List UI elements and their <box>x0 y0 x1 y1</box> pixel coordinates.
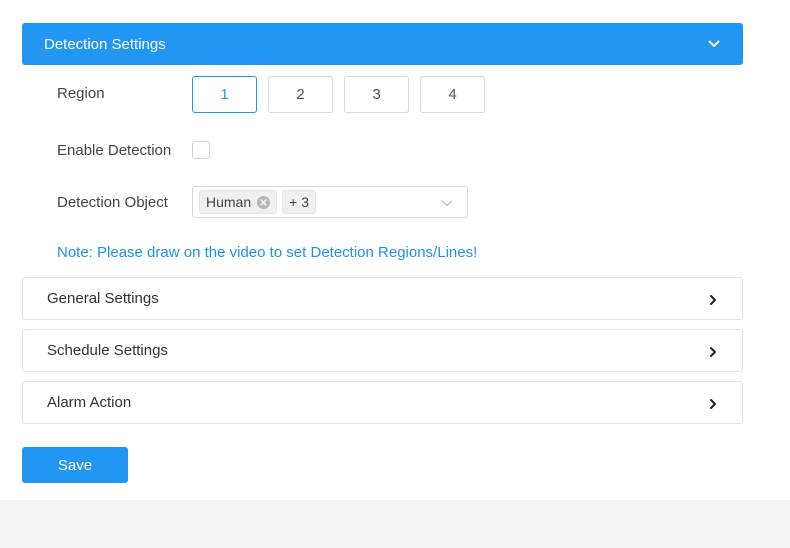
region-button-4[interactable]: 4 <box>420 76 485 113</box>
close-circle-icon[interactable] <box>257 195 271 209</box>
section-title: Schedule Settings <box>47 342 168 359</box>
section-title: General Settings <box>47 290 159 307</box>
bottom-band <box>0 500 790 548</box>
detection-settings-title: Detection Settings <box>44 35 166 53</box>
section-alarm-action[interactable]: Alarm Action <box>22 381 743 424</box>
enable-detection-checkbox[interactable] <box>192 141 210 159</box>
region-label: Region <box>57 85 105 102</box>
chevron-down-icon <box>707 37 721 51</box>
chevron-right-icon <box>708 345 718 357</box>
chevron-right-icon <box>708 293 718 305</box>
section-general-settings[interactable]: General Settings <box>22 277 743 320</box>
region-button-3[interactable]: 3 <box>344 76 409 113</box>
enable-detection-label: Enable Detection <box>57 142 172 159</box>
region-selector: 1 2 3 4 <box>192 76 485 113</box>
object-tag-human: Human <box>199 190 278 214</box>
section-schedule-settings[interactable]: Schedule Settings <box>22 329 743 372</box>
detection-object-label: Detection Object <box>57 194 168 211</box>
object-tag-label: Human <box>206 194 252 210</box>
region-button-2[interactable]: 2 <box>268 76 333 113</box>
detection-object-select[interactable]: Human + 3 <box>192 186 468 218</box>
detection-note: Note: Please draw on the video to set De… <box>57 244 478 261</box>
chevron-down-icon <box>441 196 453 208</box>
save-button[interactable]: Save <box>22 447 128 483</box>
section-title: Alarm Action <box>47 394 132 411</box>
detection-settings-header[interactable]: Detection Settings <box>22 23 743 65</box>
page: Detection Settings Region 1 2 3 4 Enable… <box>0 0 790 548</box>
object-tag-more: + 3 <box>282 190 316 214</box>
region-button-1[interactable]: 1 <box>192 76 257 113</box>
object-more-count: + 3 <box>289 194 309 210</box>
chevron-right-icon <box>708 397 718 409</box>
